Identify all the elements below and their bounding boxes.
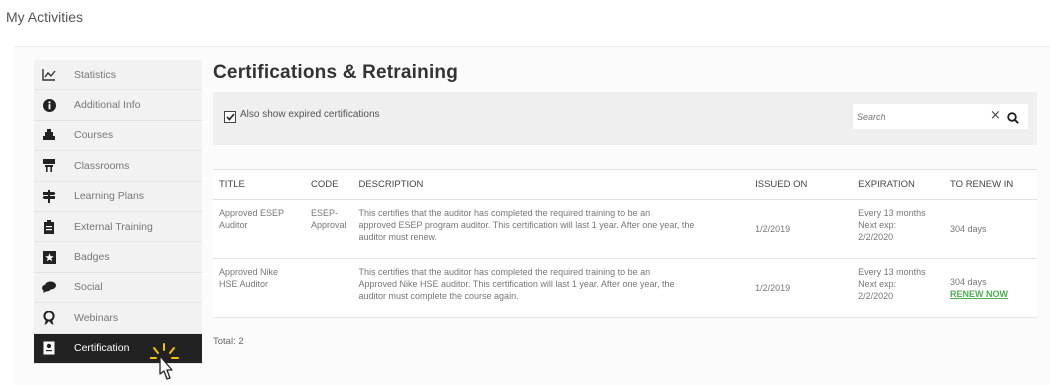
clipboard-icon	[42, 219, 56, 234]
search-icon[interactable]	[1007, 109, 1019, 128]
cell-issued-on: 1/2/2019	[749, 199, 853, 259]
column-header-to-renew-in[interactable]: TO RENEW IN	[944, 169, 1037, 200]
sidebar-item-label: Webinars	[74, 311, 119, 324]
cell-description: This certifies that the auditor has comp…	[352, 199, 750, 259]
clear-icon[interactable]: ×	[990, 108, 1001, 123]
sidebar-item-label: Classrooms	[74, 159, 130, 172]
sidebar-item-learning-plans[interactable]: Learning Plans	[34, 181, 202, 212]
certificate-icon	[42, 341, 56, 355]
chart-icon	[42, 68, 56, 82]
cell-renew-in: 304 days RENEW NOW	[944, 258, 1037, 318]
column-header-title[interactable]: TITLE	[213, 169, 305, 200]
page-title: Certifications & Retraining	[213, 62, 459, 83]
sidebar-item-courses[interactable]: Courses	[34, 120, 202, 152]
table-row[interactable]: Approved ESEP Auditor ESEP- Approval Thi…	[213, 199, 1037, 259]
sidebar-item-badges[interactable]: Badges	[34, 242, 202, 273]
cell-expiration: Every 13 months Next exp: 2/2/2020	[852, 258, 945, 318]
column-header-expiration[interactable]: EXPIRATION	[852, 169, 945, 200]
cell-renew-in: 304 days	[944, 199, 1037, 259]
search-box: ×	[853, 104, 1028, 129]
sidebar-item-label: Courses	[74, 129, 114, 142]
signpost-icon	[42, 189, 56, 203]
cell-expiration: Every 13 months Next exp: 2/2/2020	[852, 199, 945, 259]
renew-now-link[interactable]: RENEW NOW	[950, 288, 1031, 300]
sidebar-item-statistics[interactable]: Statistics	[34, 60, 202, 91]
cell-title: Approved ESEP Auditor	[213, 199, 305, 259]
filter-bar: Also show expired certifications ×	[213, 92, 1037, 145]
ribbon-icon	[42, 310, 56, 325]
search-input[interactable]	[857, 108, 977, 125]
cell-description: This certifies that the auditor has comp…	[352, 258, 750, 318]
sidebar-item-classrooms[interactable]: Classrooms	[34, 151, 202, 182]
chat-bubbles-icon	[42, 280, 56, 294]
cell-issued-on: 1/2/2019	[749, 258, 853, 318]
sidebar-item-label: Additional Info	[74, 99, 141, 112]
certifications-table: TITLE CODE DESCRIPTION ISSUED ON EXPIRAT…	[213, 169, 1037, 318]
classroom-icon	[42, 159, 56, 173]
column-header-code[interactable]: CODE	[304, 169, 353, 200]
table-row[interactable]: Approved Nike HSE Auditor This certifies…	[213, 258, 1037, 318]
sidebar-item-label: Learning Plans	[74, 190, 145, 203]
cell-title: Approved Nike HSE Auditor	[213, 258, 305, 318]
checkmark-icon	[225, 113, 235, 121]
sidebar-item-webinars[interactable]: Webinars	[34, 303, 202, 334]
sidebar-item-label: Badges	[74, 251, 110, 264]
column-header-issued-on[interactable]: ISSUED ON	[749, 169, 853, 200]
main-content: Certifications & Retraining Also show ex…	[213, 62, 1037, 347]
page-heading: My Activities	[6, 9, 84, 25]
pointer-cursor-icon	[149, 342, 184, 385]
sidebar-item-label: Statistics	[74, 68, 117, 81]
sidebar-item-external-training[interactable]: External Training	[34, 211, 202, 243]
sidebar-item-label: Social	[74, 281, 103, 294]
cell-code: ESEP- Approval	[304, 199, 353, 259]
sidebar-item-label: Certification	[74, 342, 130, 355]
sidebar-item-social[interactable]: Social	[34, 272, 202, 304]
show-expired-checkbox[interactable]	[224, 111, 236, 123]
sidebar-item-additional-info[interactable]: Additional Info	[34, 90, 202, 121]
sidebar-item-label: External Training	[74, 220, 153, 233]
sidebar: Statistics Additional Info Courses Class…	[34, 60, 202, 364]
column-header-description[interactable]: DESCRIPTION	[352, 169, 750, 200]
info-icon	[42, 98, 56, 112]
courses-icon	[42, 128, 56, 142]
cell-code	[304, 258, 353, 318]
show-expired-label[interactable]: Also show expired certifications	[240, 109, 380, 120]
star-badge-icon	[42, 250, 56, 264]
total-count: Total: 2	[213, 336, 244, 347]
table-header-row: TITLE CODE DESCRIPTION ISSUED ON EXPIRAT…	[213, 169, 1037, 200]
